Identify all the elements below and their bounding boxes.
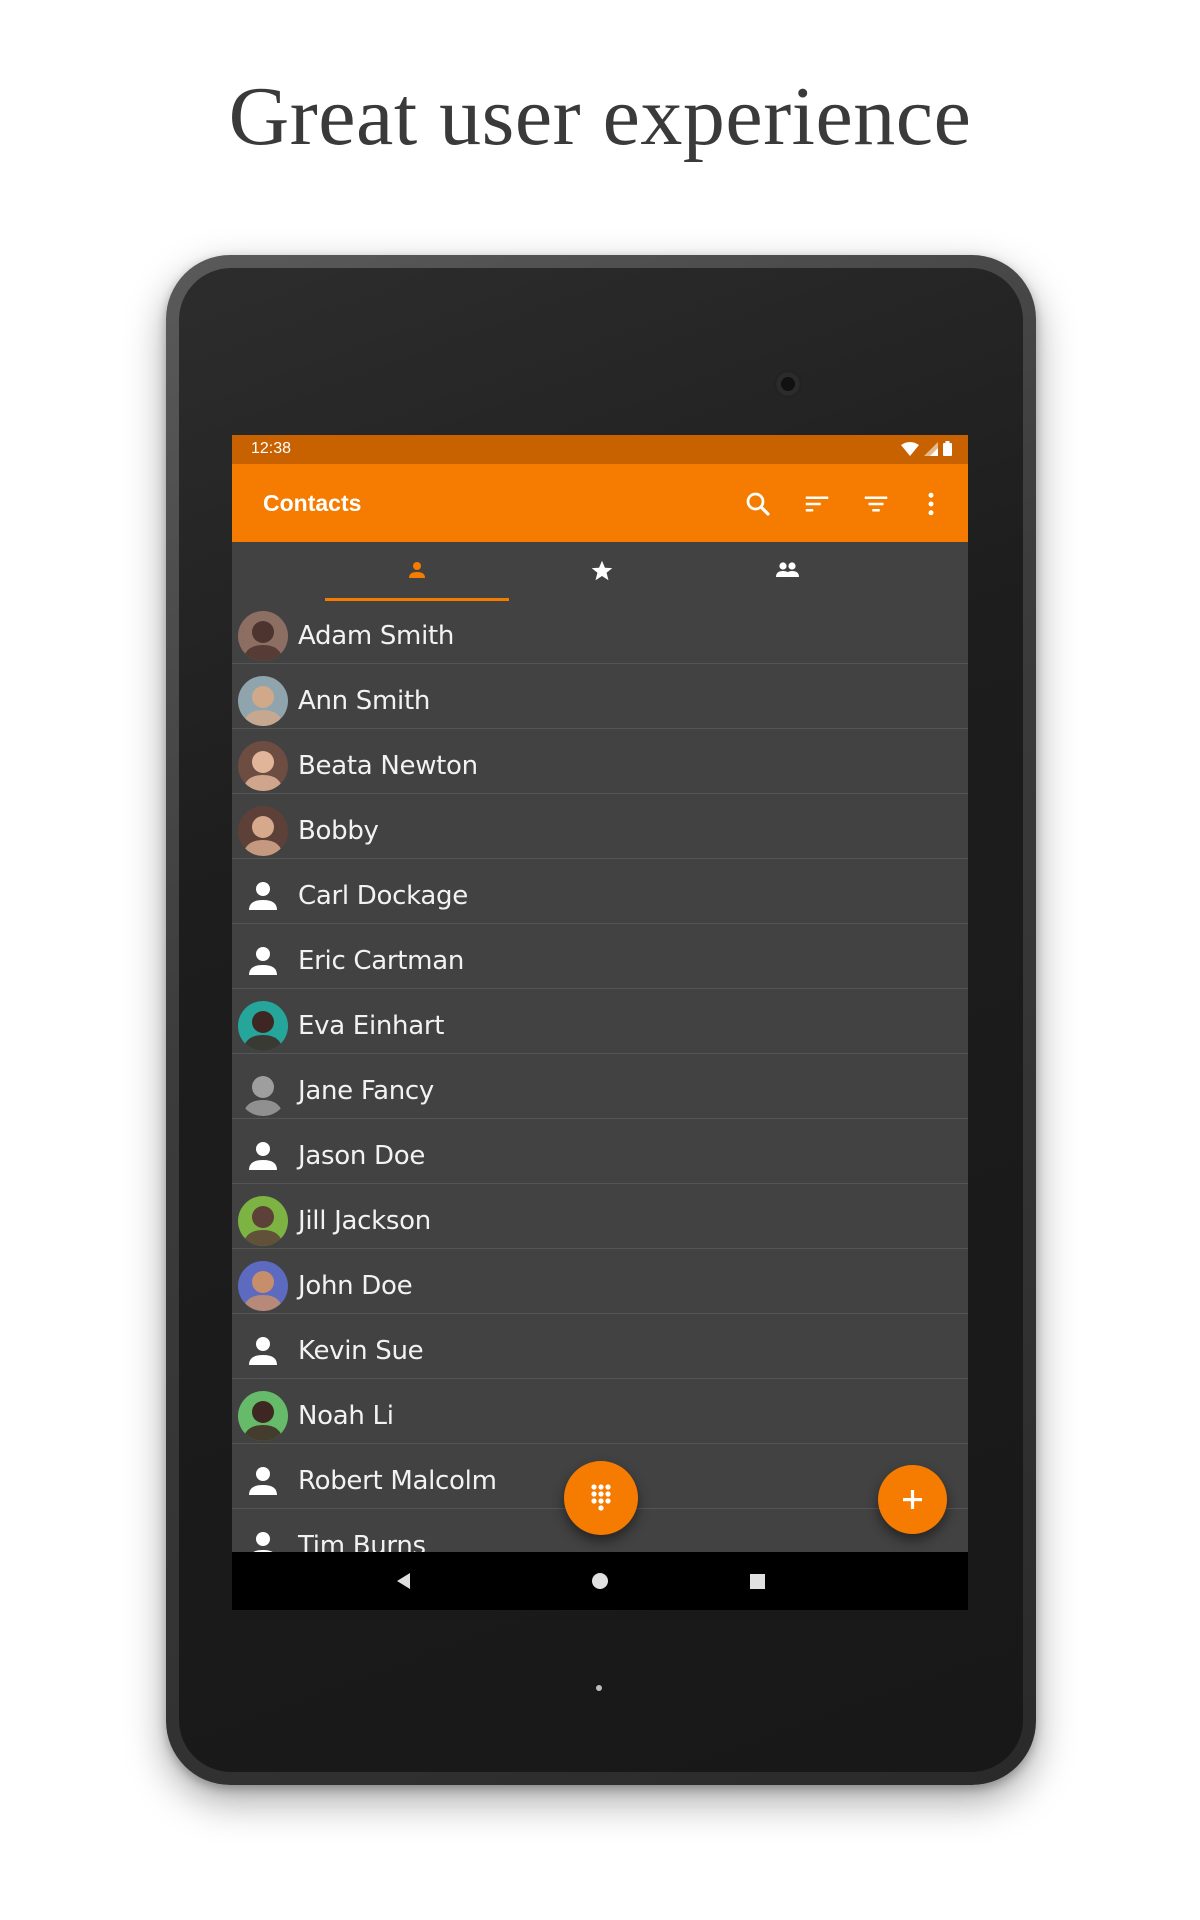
add-contact-fab[interactable] xyxy=(878,1465,947,1534)
sensor-dot xyxy=(596,1685,602,1691)
contact-row[interactable]: Jane Fancy xyxy=(232,1054,968,1119)
contact-row[interactable]: Bobby xyxy=(232,794,968,859)
add-icon xyxy=(903,1490,922,1509)
star-icon xyxy=(591,560,613,581)
contact-row[interactable]: Carl Dockage xyxy=(232,859,968,924)
headline: Great user experience xyxy=(228,70,972,163)
tab-bar xyxy=(232,542,968,602)
contact-name: Jill Jackson xyxy=(298,1206,431,1236)
contact-avatar xyxy=(238,1261,288,1311)
contact-row[interactable]: John Doe xyxy=(232,1249,968,1314)
person-placeholder-icon xyxy=(249,882,277,910)
person-placeholder-icon xyxy=(249,1142,277,1170)
status-bar: 12:38 xyxy=(232,435,968,464)
contact-name: Jason Doe xyxy=(298,1141,426,1171)
contact-name: John Doe xyxy=(298,1271,413,1301)
contact-avatar xyxy=(238,1001,288,1051)
front-camera xyxy=(776,372,800,396)
contact-name: Eva Einhart xyxy=(298,1011,445,1041)
contact-name: Noah Li xyxy=(298,1401,394,1431)
home-icon xyxy=(592,1573,608,1589)
recents-button[interactable] xyxy=(742,1566,772,1596)
search-icon xyxy=(746,492,770,516)
tab-contacts[interactable] xyxy=(325,542,509,602)
dialpad-icon xyxy=(591,1484,611,1511)
search-button[interactable] xyxy=(743,489,773,519)
filter-button[interactable] xyxy=(861,489,891,519)
device-screen: 12:38 Contacts Adam Smith Ann Smith Beat… xyxy=(232,435,968,1610)
contact-avatar xyxy=(238,741,288,791)
person-placeholder-icon xyxy=(249,947,277,975)
contact-avatar xyxy=(238,676,288,726)
recents-icon xyxy=(750,1574,765,1589)
contact-row[interactable]: Kevin Sue xyxy=(232,1314,968,1379)
sort-button[interactable] xyxy=(802,489,832,519)
app-title: Contacts xyxy=(263,490,362,516)
person-placeholder-icon xyxy=(249,1467,277,1495)
battery-icon xyxy=(943,441,952,456)
contact-name: Kevin Sue xyxy=(298,1336,424,1366)
contact-name: Robert Malcolm xyxy=(298,1466,497,1496)
sort-icon xyxy=(805,496,829,512)
more-options-button[interactable] xyxy=(916,489,946,519)
filter-icon xyxy=(864,496,888,512)
wifi-icon xyxy=(901,441,919,456)
tab-favorites[interactable] xyxy=(509,542,693,602)
contact-name: Jane Fancy xyxy=(298,1076,435,1106)
tab-groups[interactable] xyxy=(693,542,877,602)
contact-row[interactable]: Noah Li xyxy=(232,1379,968,1444)
contact-name: Eric Cartman xyxy=(298,946,465,976)
signal-icon xyxy=(924,441,938,456)
contact-name: Beata Newton xyxy=(298,751,478,781)
app-bar: Contacts xyxy=(232,464,968,542)
back-button[interactable] xyxy=(388,1566,418,1596)
person-icon xyxy=(409,562,425,578)
contact-avatar xyxy=(238,611,288,661)
person-placeholder-icon xyxy=(249,1337,277,1365)
navigation-bar xyxy=(232,1552,968,1610)
contact-row[interactable]: Adam Smith xyxy=(232,599,968,664)
group-icon xyxy=(776,562,799,577)
contact-row[interactable]: Eric Cartman xyxy=(232,924,968,989)
contact-row[interactable]: Jason Doe xyxy=(232,1119,968,1184)
contact-avatar xyxy=(238,1196,288,1246)
contact-row[interactable]: Eva Einhart xyxy=(232,989,968,1054)
contact-row[interactable]: Beata Newton xyxy=(232,729,968,794)
contact-name: Bobby xyxy=(298,816,379,846)
contact-row[interactable]: Jill Jackson xyxy=(232,1184,968,1249)
more-vert-icon xyxy=(928,492,934,516)
contact-name: Adam Smith xyxy=(298,621,455,651)
contact-name: Ann Smith xyxy=(298,686,431,716)
contact-row[interactable]: Ann Smith xyxy=(232,664,968,729)
contact-avatar xyxy=(238,806,288,856)
status-time: 12:38 xyxy=(251,440,292,457)
dialpad-fab[interactable] xyxy=(564,1461,638,1535)
contact-avatar xyxy=(238,1391,288,1441)
contact-avatar xyxy=(238,1066,288,1116)
contact-name: Carl Dockage xyxy=(298,881,468,911)
home-button[interactable] xyxy=(585,1566,615,1596)
back-icon xyxy=(397,1573,410,1589)
